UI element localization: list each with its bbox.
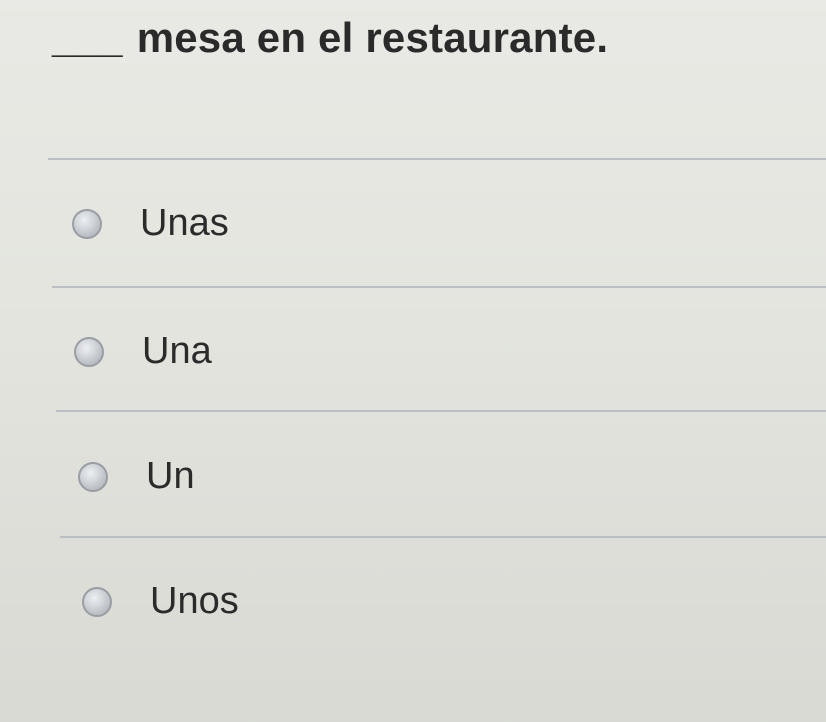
option-una[interactable]: Una <box>74 330 212 373</box>
radio-button-unos[interactable] <box>82 586 112 617</box>
option-label-unas: Unas <box>140 202 229 244</box>
radio-button-unas[interactable] <box>72 208 102 239</box>
option-unos[interactable]: Unos <box>82 580 239 623</box>
option-label-unos: Unos <box>150 580 239 622</box>
radio-button-una[interactable] <box>74 336 104 367</box>
divider <box>56 410 826 412</box>
radio-button-un[interactable] <box>78 461 108 492</box>
question-sentence: mesa en el restaurante. <box>136 14 609 61</box>
divider <box>48 158 826 160</box>
option-label-una: Una <box>142 330 212 372</box>
divider <box>52 286 826 288</box>
option-label-un: Un <box>146 455 195 497</box>
quiz-screen: ___ mesa en el restaurante. Unas Una Un U… <box>0 0 826 722</box>
option-un[interactable]: Un <box>78 455 195 498</box>
option-unas[interactable]: Unas <box>72 202 229 245</box>
divider <box>60 536 826 538</box>
question-blank: ___ <box>52 14 123 61</box>
question-text: ___ mesa en el restaurante. <box>52 14 608 62</box>
